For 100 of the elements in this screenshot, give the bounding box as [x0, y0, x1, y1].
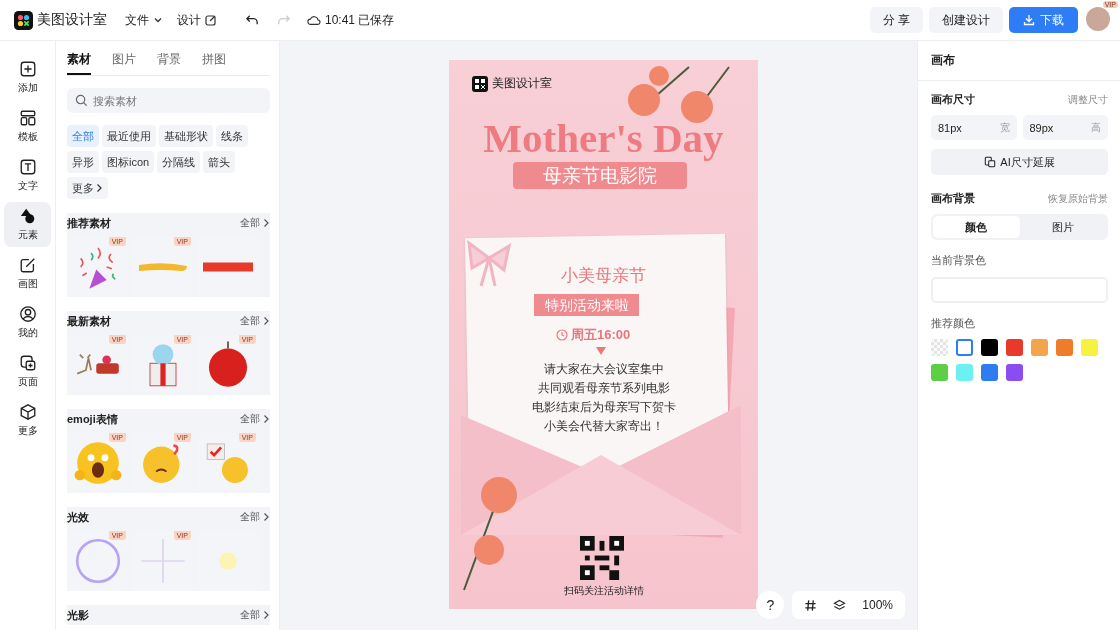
chevron-icon: [262, 610, 270, 620]
section-title: 画布背景: [931, 191, 975, 206]
poster-title: Mother's Day: [482, 114, 725, 162]
user-icon: [18, 305, 37, 323]
page-add-icon: [18, 354, 37, 372]
color-swatch[interactable]: [981, 339, 998, 356]
event-time: 周五16:00: [571, 326, 631, 344]
chevron-icon: [95, 183, 103, 193]
sidebar-item[interactable]: 文字: [4, 153, 51, 198]
category-chip[interactable]: 基础形状: [159, 125, 213, 147]
chevron-icon: [262, 414, 270, 424]
resize-link[interactable]: 调整尺寸: [1068, 92, 1108, 107]
file-menu[interactable]: 文件: [125, 8, 163, 32]
color-swatch[interactable]: [1006, 339, 1023, 356]
color-swatch[interactable]: [931, 364, 948, 381]
event-text: 请大家在大会议室集中: [543, 361, 664, 378]
app-name: 美图设计室: [37, 11, 107, 29]
width-field[interactable]: 81px 宽: [931, 115, 1017, 140]
edit-icon: [205, 14, 217, 26]
section-title: 推荐素材: [67, 215, 111, 231]
category-chip[interactable]: 异形: [67, 151, 99, 173]
reset-background-link[interactable]: 恢复原始背景: [1048, 191, 1108, 206]
user-avatar[interactable]: [1086, 7, 1110, 31]
event-text: 小美会代替大家寄出！: [543, 418, 664, 435]
panel-tab[interactable]: 背景: [157, 45, 181, 75]
brush-stroke-drawing: [136, 262, 189, 272]
download-icon: [1023, 14, 1035, 26]
section-title: 最新素材: [67, 313, 111, 329]
panel-tab[interactable]: 拼图: [202, 45, 226, 75]
design-menu[interactable]: 设计: [177, 8, 217, 32]
category-chip[interactable]: 图标icon: [102, 151, 155, 173]
action-button[interactable]: 分 享: [869, 7, 923, 33]
color-swatch[interactable]: [956, 339, 973, 356]
segment-tab[interactable]: 颜色: [933, 216, 1020, 238]
segment-tab[interactable]: 图片: [1019, 216, 1106, 238]
color-swatch[interactable]: [1056, 339, 1073, 356]
color-swatch[interactable]: [1006, 364, 1023, 381]
resize-icon: [984, 156, 997, 168]
sidebar-item[interactable]: 元素: [4, 202, 51, 247]
section-title: 光效: [67, 509, 89, 525]
search-field[interactable]: 搜索素材: [67, 88, 270, 113]
chevron-icon: [262, 218, 270, 228]
poster-background[interactable]: 美图设计室 Mother's Day 母亲节电影院 小美母亲节 特别活动来啦 周五16:00 请大家在大会议室集中 共同观看母亲节系列电影 电影结束后为母亲写下贺卡 小美会代替大家寄出！ 扫码关注活动详情: [449, 60, 758, 609]
cloud-icon: [307, 14, 321, 26]
grid-icon[interactable]: [804, 598, 818, 612]
bar-drawing: [201, 262, 254, 272]
view-all-link[interactable]: 全部: [240, 608, 270, 622]
logo-icon: [14, 10, 33, 30]
view-all-link[interactable]: 全部: [240, 412, 270, 426]
sidebar-item[interactable]: 更多: [4, 398, 51, 443]
caret-icon: [153, 15, 163, 25]
sidebar-item[interactable]: 添加: [4, 55, 51, 100]
text-icon: [18, 158, 37, 176]
help-button[interactable]: ?: [756, 591, 785, 619]
color-swatch[interactable]: [1081, 339, 1098, 356]
event-text: 共同观看母亲节系列电影: [537, 380, 670, 397]
clock-icon: [556, 329, 568, 341]
sidebar-item[interactable]: 页面: [4, 349, 51, 394]
poster-banner: 母亲节电影院: [513, 162, 687, 189]
chevron-icon: [262, 316, 270, 326]
sidebar-item[interactable]: 模板: [4, 104, 51, 149]
section-title: emoji表情: [67, 411, 118, 427]
panel-tab[interactable]: 图片: [112, 45, 136, 75]
category-chip[interactable]: 分隔线: [157, 151, 201, 173]
transparent-swatch[interactable]: [931, 339, 948, 356]
save-status: 10:41 已保存: [325, 11, 395, 29]
view-all-link[interactable]: 全部: [240, 510, 270, 524]
chevron-icon: [262, 512, 270, 522]
layers-icon[interactable]: [833, 598, 847, 612]
category-chip[interactable]: 线条: [216, 125, 248, 147]
event-heading: 小美母亲节: [560, 264, 647, 287]
bow-drawing: [464, 238, 514, 288]
color-swatch[interactable]: [1031, 339, 1048, 356]
panel-tab[interactable]: 素材: [67, 45, 91, 75]
search-icon: [75, 94, 88, 107]
sidebar-item[interactable]: 画图: [4, 251, 51, 296]
height-field[interactable]: 89px 高: [1022, 115, 1108, 140]
zoom-level[interactable]: 100%: [862, 598, 893, 612]
download-button[interactable]: 下载: [1009, 7, 1078, 33]
color-swatch[interactable]: [956, 364, 973, 381]
logo-icon: [472, 75, 488, 92]
qr-code: [580, 536, 624, 580]
category-chip[interactable]: 全部: [67, 125, 99, 147]
color-swatch[interactable]: [981, 364, 998, 381]
category-chip[interactable]: 箭头: [203, 151, 236, 173]
more-button[interactable]: 更多: [67, 177, 108, 199]
ai-extend-button[interactable]: AI尺寸延展: [931, 149, 1108, 175]
panel-title: 画布: [918, 41, 1120, 81]
field-label: 当前背景色: [931, 253, 987, 268]
event-ribbon: 特别活动来啦: [534, 294, 639, 316]
qr-caption: 扫码关注活动详情: [562, 584, 645, 598]
section-title: 画布尺寸: [931, 92, 975, 107]
sidebar-item[interactable]: 我的: [4, 300, 51, 345]
view-all-link[interactable]: 全部: [240, 216, 270, 230]
shapes-icon: [18, 207, 37, 225]
view-all-link[interactable]: 全部: [240, 314, 270, 328]
category-chip[interactable]: 最近使用: [102, 125, 156, 147]
action-button[interactable]: 创建设计: [929, 7, 1003, 33]
cube-icon: [18, 403, 37, 421]
pencil-icon: [18, 256, 37, 274]
